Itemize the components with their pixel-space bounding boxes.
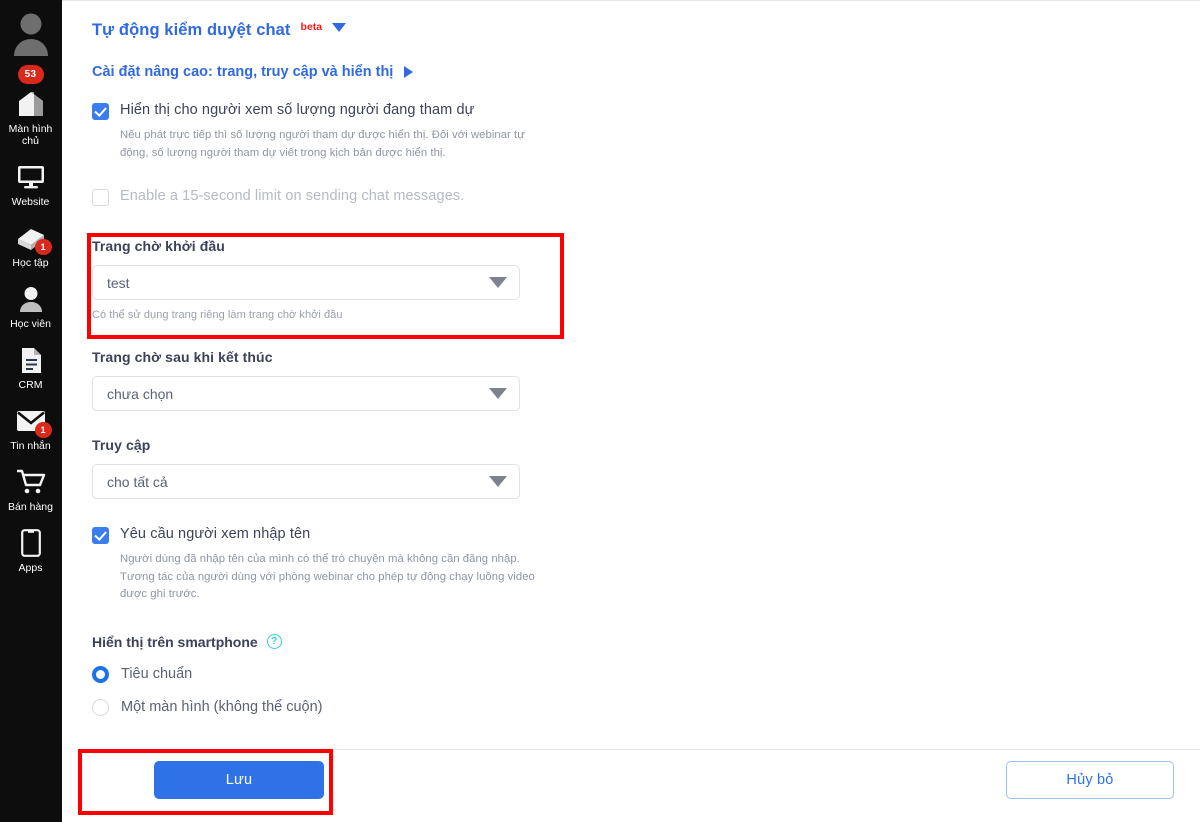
phone-icon (14, 528, 48, 558)
footer-divider (92, 749, 1200, 750)
radio-standard-label: Tiêu chuẩn (121, 666, 193, 682)
save-button[interactable]: Lưu (154, 761, 324, 799)
sidebar-item-sales[interactable]: Bán hàng (0, 458, 62, 519)
sidebar: 53 Màn hình chủ Website 1 Học tập Học vi… (0, 0, 62, 822)
advanced-settings-link[interactable]: Cài đặt nâng cao: trang, truy cập và hiể… (92, 64, 1200, 80)
chevron-down-icon (489, 388, 507, 399)
require-name-checkbox-row[interactable]: Yêu cầu người xem nhập tên (92, 526, 1200, 544)
advanced-settings-label: Cài đặt nâng cao: trang, truy cập và hiể… (92, 64, 394, 80)
chevron-down-icon (489, 476, 507, 487)
sidebar-badge: 1 (34, 239, 52, 255)
app-root: 53 Màn hình chủ Website 1 Học tập Học vi… (0, 0, 1200, 822)
beta-badge: beta (300, 21, 323, 33)
end-waiting-page-select[interactable]: chưa chọn (92, 376, 520, 411)
smartphone-option-single-screen[interactable]: Một màn hình (không thể cuộn) (92, 698, 1200, 716)
access-select[interactable]: cho tất cả (92, 464, 520, 499)
sidebar-badge: 1 (34, 422, 52, 438)
help-circle-icon[interactable]: ? (266, 634, 282, 649)
monitor-icon (14, 162, 48, 192)
require-name-checkbox[interactable] (92, 527, 109, 544)
smartphone-option-standard[interactable]: Tiêu chuẩn (92, 665, 1200, 683)
chat-limit-label: Enable a 15-second limit on sending chat… (120, 188, 465, 204)
radio-standard[interactable] (92, 665, 109, 683)
attendee-count-description: Nếu phát trực tiếp thì số lượng người th… (120, 129, 525, 159)
footer-actions: Lưu Hủy bỏ (62, 759, 1200, 822)
end-waiting-page-field: Trang chờ sau khi kết thúc chưa chọn (92, 349, 1200, 411)
access-label: Truy cập (92, 437, 151, 453)
chevron-down-icon[interactable] (332, 23, 347, 32)
home-icon (14, 89, 48, 119)
attendee-count-checkbox[interactable] (92, 103, 109, 120)
page-title: Tự động kiểm duyệt chat beta (92, 1, 1200, 40)
access-field: Truy cập cho tất cả (92, 437, 1200, 499)
sidebar-item-messages[interactable]: 1 Tin nhắn (0, 397, 62, 458)
chevron-down-icon (489, 277, 507, 288)
main-panel: Tự động kiểm duyệt chat beta Cài đặt nân… (62, 0, 1200, 822)
document-icon (14, 345, 48, 375)
cart-icon (14, 467, 48, 497)
page-title-text: Tự động kiểm duyệt chat (92, 21, 291, 39)
sidebar-item-learning[interactable]: 1 Học tập (0, 214, 62, 275)
smartphone-label: Hiển thị trên smartphone (92, 633, 258, 650)
require-name-label: Yêu cầu người xem nhập tên (120, 526, 311, 542)
end-waiting-page-value: chưa chọn (107, 385, 174, 402)
sidebar-item-label: Website (11, 196, 50, 208)
envelope-icon: 1 (14, 406, 52, 438)
start-waiting-page-select[interactable]: test (92, 265, 520, 300)
cancel-button[interactable]: Hủy bỏ (1006, 761, 1174, 799)
sidebar-item-label: Học tập (12, 257, 49, 269)
require-name-description: Người dùng đã nhập tên của mình có thể t… (120, 553, 535, 600)
student-icon (14, 284, 48, 314)
sidebar-item-students[interactable]: Học viên (0, 275, 62, 336)
radio-single-screen[interactable] (92, 698, 109, 716)
access-value: cho tất cả (107, 473, 168, 490)
sidebar-item-label: Học viên (10, 318, 51, 330)
sidebar-item-website[interactable]: Website (0, 153, 62, 214)
chat-limit-checkbox-row[interactable]: Enable a 15-second limit on sending chat… (92, 188, 1200, 206)
user-avatar-icon (13, 13, 48, 56)
book-icon: 1 (14, 223, 52, 255)
sidebar-item-apps[interactable]: Apps (0, 519, 62, 580)
sidebar-item-label: CRM (18, 379, 43, 391)
start-waiting-page-value: test (107, 274, 130, 291)
radio-single-screen-label: Một màn hình (không thể cuộn) (121, 699, 323, 715)
attendee-count-checkbox-row[interactable]: Hiển thị cho người xem số lượng người đa… (92, 102, 1200, 120)
sidebar-item-label: Bán hàng (8, 501, 53, 513)
chat-limit-checkbox[interactable] (92, 189, 109, 206)
start-waiting-page-field: Trang chờ khởi đầu test Có thể sử dụng t… (92, 238, 1200, 321)
sidebar-item-label: Màn hình chủ (8, 123, 53, 147)
start-waiting-page-help: Có thể sử dụng trang riêng làm trang chờ… (92, 309, 343, 321)
chevron-right-icon (404, 66, 414, 78)
sidebar-item-label: Apps (18, 562, 43, 574)
attendee-count-label: Hiển thị cho người xem số lượng người đa… (120, 102, 475, 118)
end-waiting-page-label: Trang chờ sau khi kết thúc (92, 349, 273, 365)
sidebar-item-label: Tin nhắn (10, 440, 51, 452)
sidebar-item-crm[interactable]: CRM (0, 336, 62, 397)
avatar[interactable]: 53 (0, 8, 62, 84)
smartphone-section-header: Hiển thị trên smartphone ? (92, 634, 1200, 650)
settings-form: Tự động kiểm duyệt chat beta Cài đặt nân… (62, 1, 1200, 716)
sidebar-item-home[interactable]: Màn hình chủ (0, 80, 62, 153)
start-waiting-page-label: Trang chờ khởi đầu (92, 238, 225, 254)
